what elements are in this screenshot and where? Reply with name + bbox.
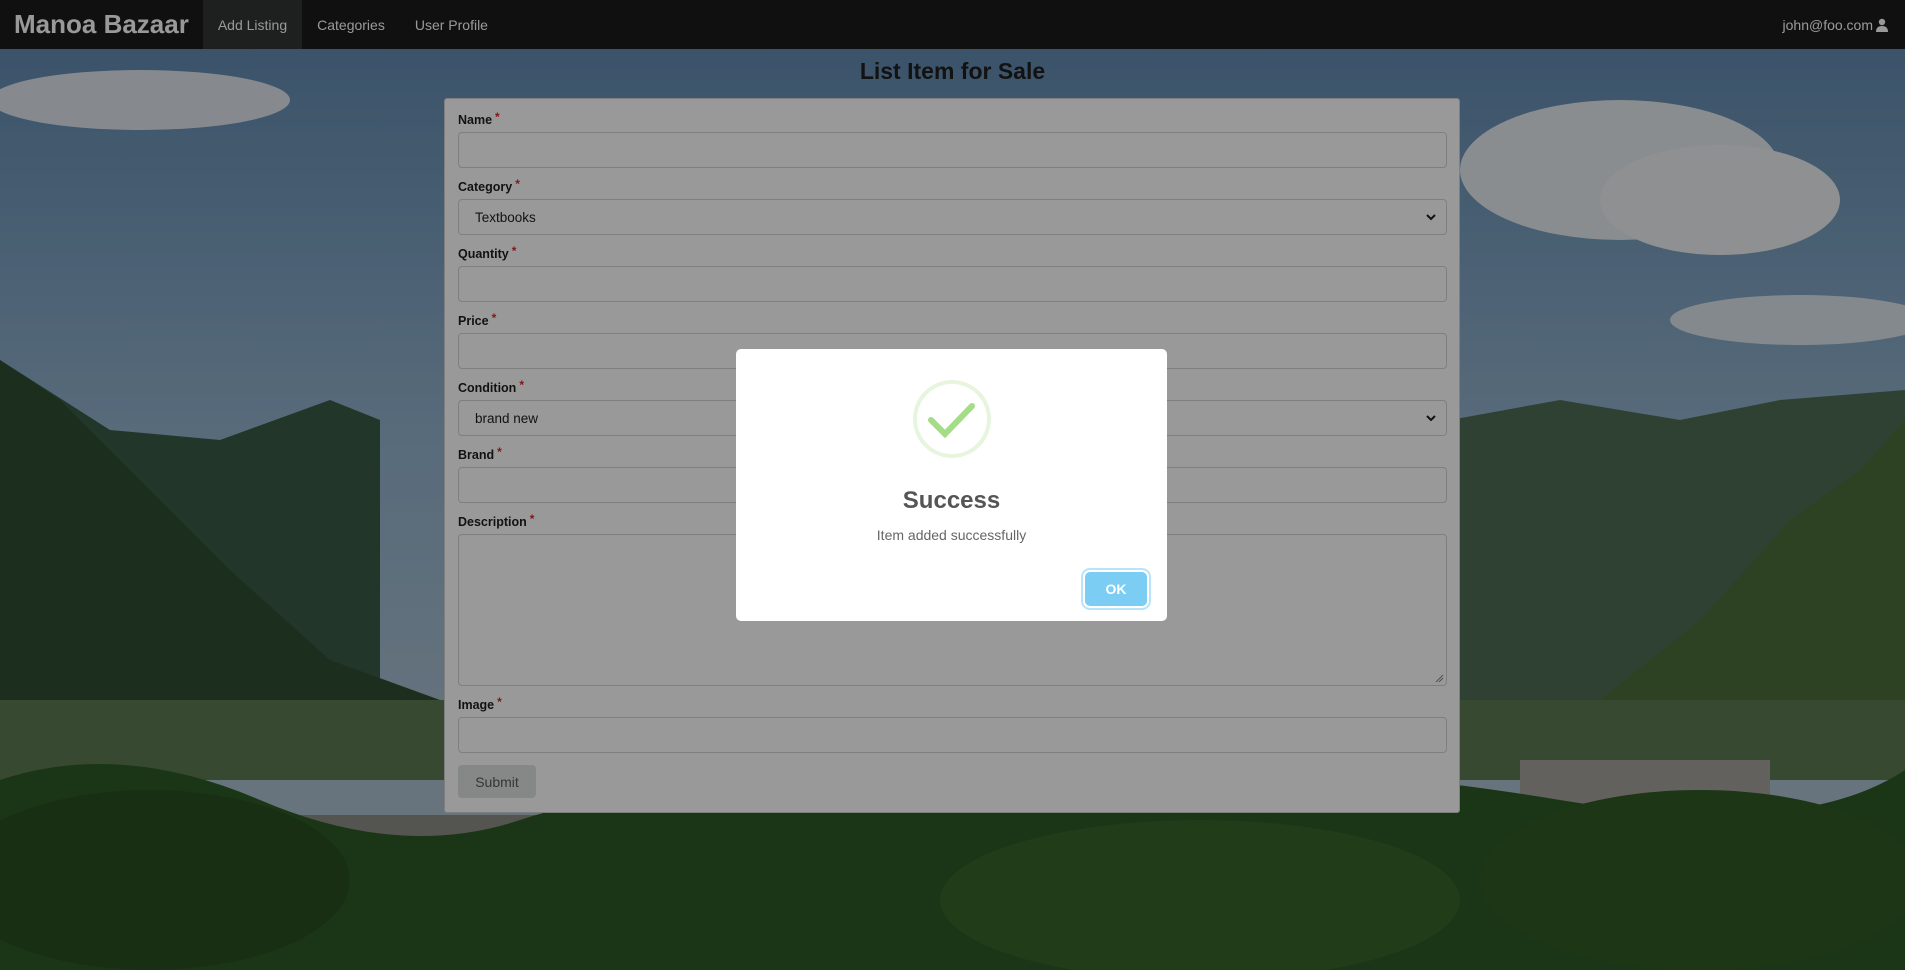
ok-button[interactable]: OK: [1085, 572, 1147, 606]
checkmark-icon: [912, 380, 991, 458]
success-dialog: Success Item added successfully OK: [736, 349, 1167, 621]
dialog-title: Success: [902, 487, 1001, 514]
dialog-message: Item added successfully: [876, 527, 1027, 543]
